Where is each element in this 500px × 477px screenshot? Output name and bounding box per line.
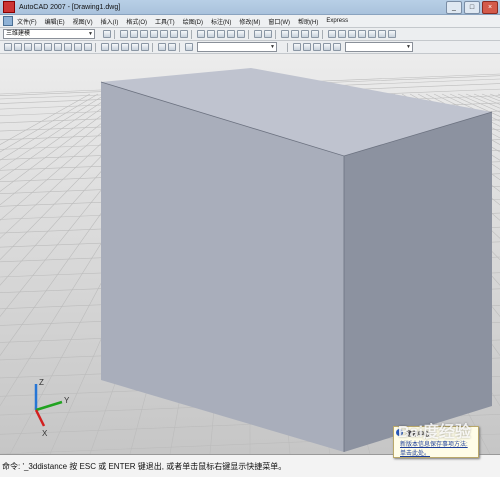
- view-bottom-icon[interactable]: [111, 43, 119, 51]
- menu-format[interactable]: 格式(O): [126, 17, 147, 26]
- ucs-icon[interactable]: [185, 43, 193, 51]
- notification-line2[interactable]: 单击此处。: [400, 448, 478, 457]
- toolbar-separator: [322, 29, 323, 39]
- box-side-face[interactable]: [344, 112, 492, 452]
- chevron-down-icon: ▼: [88, 31, 93, 37]
- toolbar-separator: [114, 29, 115, 39]
- orbit-icon[interactable]: [74, 43, 82, 51]
- workspace-value: 三维建模: [6, 31, 31, 37]
- plot-icon[interactable]: [180, 30, 188, 38]
- x-axis-label: X: [42, 429, 48, 438]
- print-icon[interactable]: [150, 30, 158, 38]
- wireframe-2d-icon[interactable]: [14, 43, 22, 51]
- toolbar-separator: [95, 42, 96, 52]
- maximize-button[interactable]: □: [464, 1, 480, 14]
- menu-window[interactable]: 窗口(W): [268, 17, 290, 26]
- view-top-icon[interactable]: [101, 43, 109, 51]
- menu-file[interactable]: 文件(F): [17, 17, 37, 26]
- toolbar-separator: [191, 29, 192, 39]
- 3d-move-icon[interactable]: [293, 43, 301, 51]
- visual-style-manager-icon[interactable]: [64, 43, 72, 51]
- layer-dropdown[interactable]: ▼: [197, 42, 277, 52]
- y-axis-label: Y: [64, 396, 70, 405]
- toolbar-separator: [287, 42, 288, 52]
- free-orbit-icon[interactable]: [84, 43, 92, 51]
- menu-edit[interactable]: 编辑(E): [45, 17, 65, 26]
- layer-icon[interactable]: [4, 43, 12, 51]
- chevron-down-icon: ▼: [406, 44, 411, 50]
- hidden-icon[interactable]: [34, 43, 42, 51]
- save-icon[interactable]: [140, 30, 148, 38]
- preview-icon[interactable]: [160, 30, 168, 38]
- view-front-icon[interactable]: [141, 43, 149, 51]
- realistic-icon[interactable]: [44, 43, 52, 51]
- viewport-canvas: Z Y X: [0, 54, 500, 454]
- menu-insert[interactable]: 插入(I): [101, 17, 119, 26]
- toolbar-separator: [152, 42, 153, 52]
- match-properties-icon[interactable]: [227, 30, 235, 38]
- settings-icon[interactable]: [103, 30, 111, 38]
- document-icon[interactable]: [3, 16, 13, 26]
- window-title: AutoCAD 2007 - [Drawing1.dwg]: [19, 3, 121, 11]
- menu-modify[interactable]: 修改(M): [239, 17, 260, 26]
- block-editor-icon[interactable]: [237, 30, 245, 38]
- menu-bar: 文件(F) 编辑(E) 视图(V) 插入(I) 格式(O) 工具(T) 绘图(D…: [0, 15, 500, 28]
- copy-icon[interactable]: [207, 30, 215, 38]
- workspace-dropdown[interactable]: 三维建模 ▼: [3, 29, 95, 39]
- menu-view[interactable]: 视图(V): [73, 17, 93, 26]
- zoom-previous-icon[interactable]: [311, 30, 319, 38]
- view-left-icon[interactable]: [121, 43, 129, 51]
- undo-icon[interactable]: [254, 30, 262, 38]
- menu-dimension[interactable]: 标注(N): [211, 17, 231, 26]
- redo-icon[interactable]: [264, 30, 272, 38]
- visual-styles-toolbar: ▼ ▼: [0, 41, 500, 54]
- window-controls: _ □ ×: [446, 1, 498, 14]
- command-text: 命令: '_3ddistance 按 ESC 或 ENTER 键退出, 或者单击…: [2, 462, 287, 471]
- tool-palettes-icon[interactable]: [348, 30, 356, 38]
- chevron-down-icon: ▼: [270, 44, 275, 50]
- menu-draw[interactable]: 绘图(D): [183, 17, 203, 26]
- camera-icon[interactable]: [158, 43, 166, 51]
- z-axis-label: Z: [39, 378, 44, 387]
- close-button[interactable]: ×: [482, 1, 498, 14]
- 3d-zoom-icon[interactable]: [333, 43, 341, 51]
- publish-icon[interactable]: [170, 30, 178, 38]
- 3d-rotate-icon[interactable]: [303, 43, 311, 51]
- title-bar: AutoCAD 2007 - [Drawing1.dwg] _ □ ×: [0, 0, 500, 15]
- properties-icon[interactable]: [328, 30, 336, 38]
- minimize-button[interactable]: _: [446, 1, 462, 14]
- menu-express[interactable]: Express: [326, 18, 348, 24]
- conceptual-icon[interactable]: [54, 43, 62, 51]
- toolbar-separator: [248, 29, 249, 39]
- menu-tools[interactable]: 工具(T): [155, 17, 175, 26]
- autocad-app-icon[interactable]: [3, 1, 15, 13]
- standard-toolbar: 三维建模 ▼: [0, 28, 500, 41]
- help-icon[interactable]: [388, 30, 396, 38]
- cut-icon[interactable]: [197, 30, 205, 38]
- 3d-align-icon[interactable]: [313, 43, 321, 51]
- design-center-icon[interactable]: [338, 30, 346, 38]
- visual-style-dropdown[interactable]: ▼: [345, 42, 413, 52]
- light-icon[interactable]: [168, 43, 176, 51]
- 3d-distance-icon[interactable]: [323, 43, 331, 51]
- zoom-window-icon[interactable]: [301, 30, 309, 38]
- pan-icon[interactable]: [281, 30, 289, 38]
- wireframe-3d-icon[interactable]: [24, 43, 32, 51]
- toolbar-separator: [275, 29, 276, 39]
- markup-icon[interactable]: [368, 30, 376, 38]
- open-file-icon[interactable]: [130, 30, 138, 38]
- view-right-icon[interactable]: [131, 43, 139, 51]
- toolbar-separator: [179, 42, 180, 52]
- paste-icon[interactable]: [217, 30, 225, 38]
- drawing-viewport[interactable]: Z Y X: [0, 54, 500, 454]
- watermark-text: Bai度经验: [398, 424, 471, 441]
- sheet-set-icon[interactable]: [358, 30, 366, 38]
- zoom-realtime-icon[interactable]: [291, 30, 299, 38]
- menu-help[interactable]: 帮助(H): [298, 17, 318, 26]
- new-file-icon[interactable]: [120, 30, 128, 38]
- calculator-icon[interactable]: [378, 30, 386, 38]
